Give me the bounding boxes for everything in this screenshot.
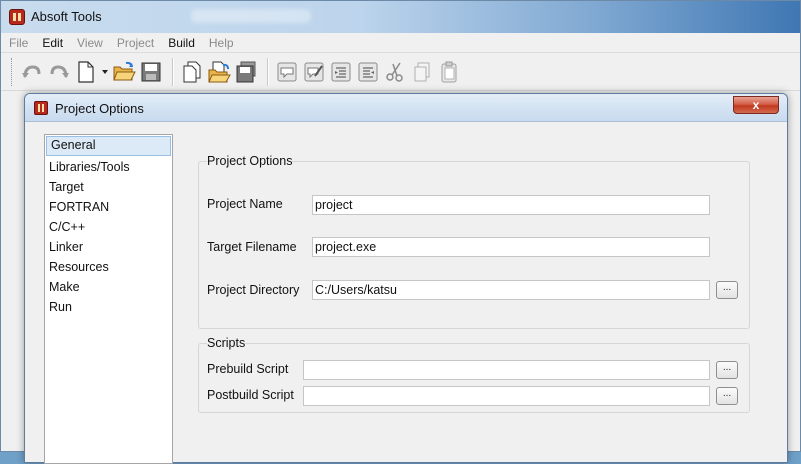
new-file-dropdown-icon[interactable] — [101, 59, 109, 85]
menu-edit[interactable]: Edit — [42, 36, 63, 50]
category-general[interactable]: General — [46, 136, 171, 156]
category-resources[interactable]: Resources — [45, 257, 172, 277]
app-logo-icon — [9, 9, 25, 25]
open-folder-icon[interactable] — [112, 59, 136, 85]
category-list: General Libraries/Tools Target FORTRAN C… — [44, 134, 173, 464]
postbuild-script-browse-button[interactable]: ... — [716, 387, 738, 405]
menu-build[interactable]: Build — [168, 36, 195, 50]
toolbar-grip[interactable] — [11, 57, 14, 86]
target-filename-input[interactable] — [312, 237, 710, 257]
open-project-icon[interactable] — [207, 59, 231, 85]
category-target[interactable]: Target — [45, 177, 172, 197]
category-run[interactable]: Run — [45, 297, 172, 317]
menubar: File Edit View Project Build Help — [1, 33, 800, 53]
copy-icon[interactable] — [410, 59, 434, 85]
new-file-icon[interactable] — [74, 59, 98, 85]
blurred-background-title — [191, 9, 311, 23]
paste-icon[interactable] — [437, 59, 461, 85]
dialog-logo-icon — [34, 101, 48, 115]
postbuild-script-input[interactable] — [303, 386, 710, 406]
uncomment-icon[interactable] — [302, 59, 326, 85]
prebuild-script-input[interactable] — [303, 360, 710, 380]
target-filename-label: Target Filename — [207, 240, 297, 254]
menu-help[interactable]: Help — [209, 36, 234, 50]
project-directory-browse-button[interactable]: ... — [716, 281, 738, 299]
menu-project[interactable]: Project — [117, 36, 154, 50]
project-options-dialog: Project Options x General Libraries/Tool… — [24, 93, 788, 464]
redo-icon[interactable] — [47, 59, 71, 85]
category-linker[interactable]: Linker — [45, 237, 172, 257]
app-title: Absoft Tools — [31, 9, 102, 24]
prebuild-script-browse-button[interactable]: ... — [716, 361, 738, 379]
save-project-icon[interactable] — [234, 59, 258, 85]
menu-file[interactable]: File — [9, 36, 28, 50]
project-directory-label: Project Directory — [207, 283, 300, 297]
project-directory-input[interactable] — [312, 280, 710, 300]
project-name-label: Project Name — [207, 197, 283, 211]
outdent-icon[interactable] — [356, 59, 380, 85]
dialog-title: Project Options — [55, 101, 144, 116]
category-make[interactable]: Make — [45, 277, 172, 297]
comment-icon[interactable] — [275, 59, 299, 85]
category-fortran[interactable]: FORTRAN — [45, 197, 172, 217]
category-c-cpp[interactable]: C/C++ — [45, 217, 172, 237]
scripts-group-title: Scripts — [207, 336, 246, 350]
save-icon[interactable] — [139, 59, 163, 85]
app-titlebar[interactable]: Absoft Tools — [1, 1, 800, 33]
undo-icon[interactable] — [20, 59, 44, 85]
category-libraries-tools[interactable]: Libraries/Tools — [45, 157, 172, 177]
cut-icon[interactable] — [383, 59, 407, 85]
dialog-titlebar[interactable]: Project Options x — [25, 94, 787, 122]
postbuild-script-label: Postbuild Script — [207, 388, 294, 402]
toolbar-separator — [172, 57, 174, 86]
indent-icon[interactable] — [329, 59, 353, 85]
new-project-icon[interactable] — [180, 59, 204, 85]
prebuild-script-label: Prebuild Script — [207, 362, 289, 376]
project-options-group-title: Project Options — [207, 154, 293, 168]
project-name-input[interactable] — [312, 195, 710, 215]
close-button[interactable]: x — [733, 96, 779, 114]
toolbar — [1, 53, 800, 91]
menu-view[interactable]: View — [77, 36, 103, 50]
toolbar-separator — [267, 57, 269, 86]
